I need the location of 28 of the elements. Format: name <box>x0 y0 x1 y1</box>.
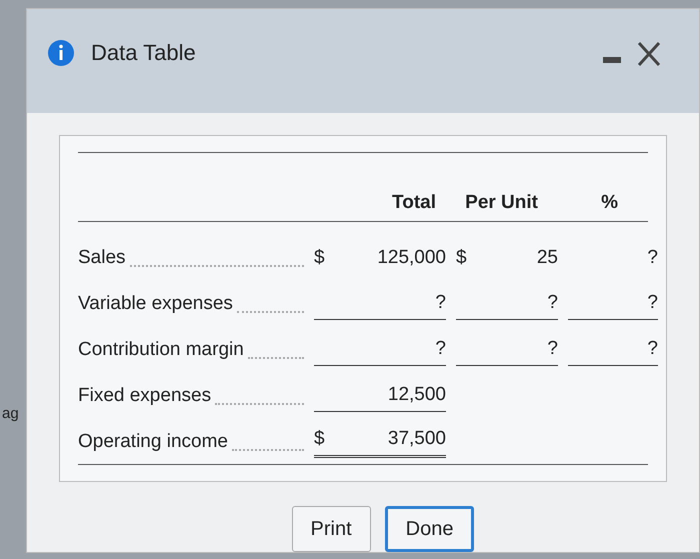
currency-sign: $ <box>314 426 325 450</box>
currency-sign: $ <box>314 246 325 270</box>
row-label: Fixed expenses <box>78 384 212 408</box>
total-value: ? <box>435 336 446 360</box>
column-header: Per Unit <box>464 190 538 214</box>
percent-value: ? <box>647 246 658 270</box>
background-text: ag <box>2 404 19 424</box>
row-label: Sales <box>78 246 126 270</box>
dialog-button[interactable]: Print <box>292 506 371 552</box>
total-value: 37,500 <box>388 426 446 450</box>
row-label: Contribution margin <box>78 338 244 362</box>
per-unit-value: 25 <box>536 246 558 270</box>
row-label: Variable expenses <box>78 292 233 316</box>
per-unit-value: ? <box>547 336 558 360</box>
currency-sign: $ <box>456 246 467 270</box>
per-unit-value: ? <box>547 290 558 314</box>
column-header: % <box>600 190 619 214</box>
close-icon[interactable] <box>637 41 661 67</box>
percent-value: ? <box>647 336 658 360</box>
row-label: Operating income <box>78 430 228 454</box>
info-icon <box>47 39 75 67</box>
column-header: Total <box>391 190 436 214</box>
total-value: 12,500 <box>388 382 446 406</box>
total-value: ? <box>435 290 446 314</box>
window-title: Data Table <box>91 39 196 67</box>
total-value: 125,000 <box>377 246 446 270</box>
dialog-button[interactable]: Done <box>384 506 474 552</box>
percent-value: ? <box>647 290 658 314</box>
